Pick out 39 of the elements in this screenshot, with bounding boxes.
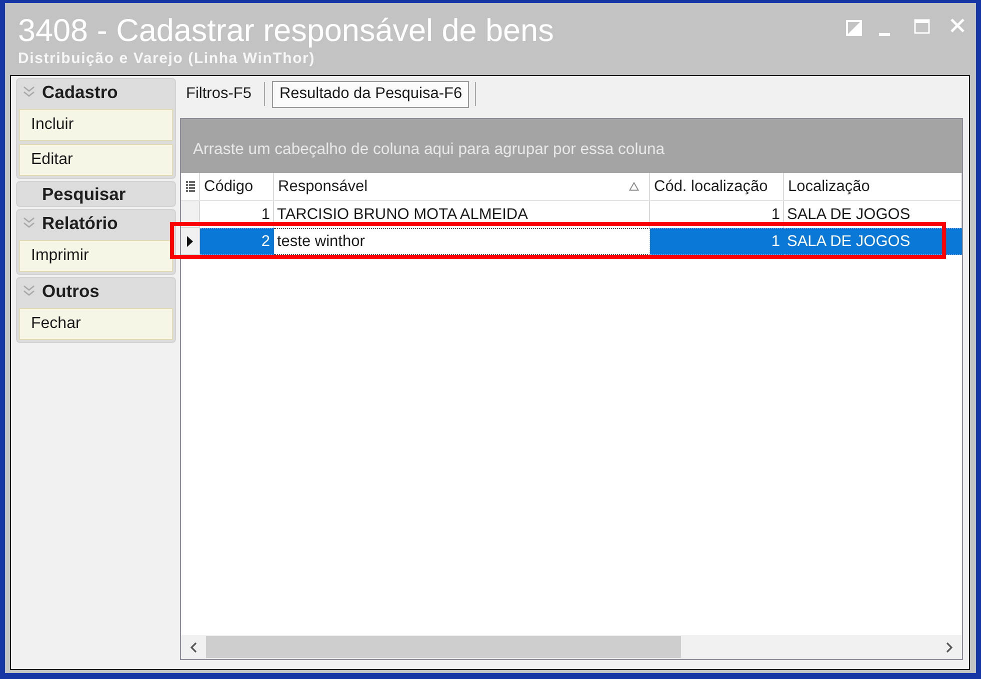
column-title: Responsável [278, 176, 368, 197]
sidebar-button[interactable]: Incluir [19, 109, 173, 141]
horizontal-scrollbar[interactable] [181, 635, 962, 659]
table-cell: 2 [200, 228, 274, 255]
scroll-right-icon[interactable] [946, 642, 953, 652]
double-chevron-icon [23, 285, 35, 297]
double-chevron-icon [23, 86, 35, 98]
tab[interactable]: Filtros-F5 [180, 80, 258, 108]
group-by-hint: Arraste um cabeçalho de coluna aqui para agrupar por essa coluna [193, 141, 665, 158]
grid-row[interactable]: 2 teste winthor 1 SALA DE JOGOS [181, 228, 962, 255]
column-title: Código [204, 176, 254, 197]
close-icon[interactable] [950, 18, 965, 33]
grid-row[interactable]: 1 TARCISIO BRUNO MOTA ALMEIDA 1 SALA DE JOGOS [181, 201, 962, 228]
layout-toggle-icon[interactable] [846, 20, 862, 36]
group-title[interactable]: Cadastro [42, 82, 118, 102]
sidebar-button[interactable]: Editar [19, 144, 173, 176]
sidebar-header-button[interactable]: Pesquisar [16, 181, 176, 207]
double-chevron-icon [23, 217, 35, 229]
scrollbar-thumb[interactable] [206, 636, 681, 658]
column-header[interactable]: Cód. localização [650, 173, 784, 200]
tab[interactable]: Resultado da Pesquisa-F6 [272, 80, 470, 108]
minimize-icon[interactable] [879, 33, 890, 36]
column-title: Cód. localização [654, 176, 768, 197]
table-cell: teste winthor [274, 228, 650, 255]
table-cell: SALA DE JOGOS [784, 228, 962, 255]
column-header[interactable]: Localização [784, 173, 962, 200]
table-cell: 1 [650, 228, 784, 255]
list-icon[interactable] [186, 180, 194, 192]
column-header[interactable]: Responsável [274, 173, 650, 200]
row-pointer-icon [187, 236, 193, 246]
column-header[interactable]: Código [200, 173, 274, 200]
sidebar-button[interactable]: Fechar [19, 308, 173, 340]
window-title: 3408 - Cadastrar responsável de bens [18, 12, 554, 48]
group-title[interactable]: Outros [42, 281, 100, 301]
scroll-left-icon[interactable] [190, 642, 197, 652]
group-title[interactable]: Relatório [42, 213, 118, 233]
maximize-icon[interactable] [914, 19, 930, 34]
sidebar-button[interactable]: Imprimir [19, 240, 173, 272]
column-title: Localização [788, 176, 870, 197]
